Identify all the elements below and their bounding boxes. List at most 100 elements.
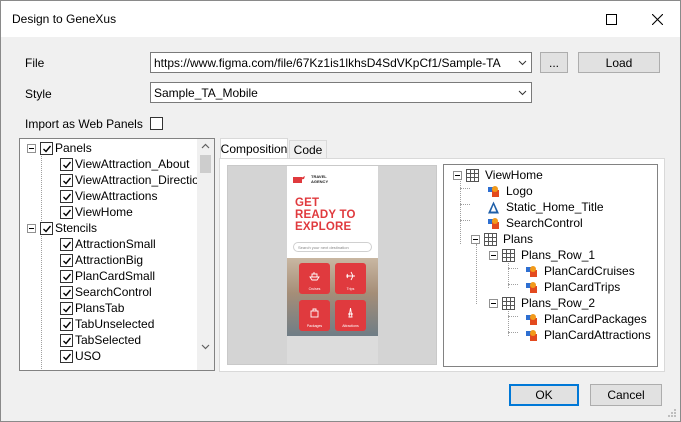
stencil-icon [487,185,500,198]
checked-icon[interactable] [60,301,73,315]
collapse-icon[interactable] [471,234,480,244]
tree-item[interactable]: ViewAttractions [60,188,157,204]
style-label: Style [25,87,52,101]
tree-item[interactable]: ViewAttraction_Directions [60,172,212,188]
tree-connector [508,332,518,333]
tree-connector [476,244,477,304]
tree-item[interactable]: PlanCardSmall [60,268,155,284]
brand-text: TRAVEL AGENCY [311,174,329,184]
checked-icon[interactable] [60,333,73,347]
preview-footer [287,336,378,364]
scroll-down-icon[interactable] [201,344,210,350]
tree-node-root[interactable]: ViewHome [453,167,543,183]
cancel-button[interactable]: Cancel [590,384,662,406]
tree-item[interactable]: ViewHome [60,204,133,220]
load-button[interactable]: Load [578,52,660,73]
checked-icon[interactable] [60,173,73,187]
headline-line: READY TO [295,209,356,221]
tree-connector [41,153,42,221]
checked-icon[interactable] [40,221,53,235]
checked-icon[interactable] [60,349,73,363]
tree-item-label: ViewHome [75,205,133,219]
tile-trips: Trips [335,263,366,294]
checked-icon[interactable] [60,189,73,203]
tree-item[interactable]: SearchControl [60,284,152,300]
file-url-combobox[interactable]: https://www.figma.com/file/67Kz1is1lkhsD… [150,52,532,73]
collapse-icon[interactable] [489,250,498,260]
tree-node-label: PlanCardAttractions [544,328,651,342]
tree-node-label: SearchControl [506,216,583,230]
tree-node[interactable]: PlanCardCruises [525,263,635,279]
tree-item-label: ViewAttraction_About [75,157,190,171]
tree-node[interactable]: PlanCardTrips [525,279,620,295]
tree-node[interactable]: PlanCardPackages [525,311,647,327]
scroll-up-icon[interactable] [201,143,210,149]
tree-group-stencils[interactable]: Stencils [27,220,97,236]
checked-icon[interactable] [60,285,73,299]
tree-node-label: Plans [503,232,534,246]
stencil-icon [525,281,538,294]
collapse-icon[interactable] [27,223,36,233]
tree-item-label: SearchControl [75,285,152,299]
tree-node[interactable]: PlanCardAttractions [525,327,651,343]
tree-node[interactable]: Static_Home_Title [487,199,604,215]
checked-icon[interactable] [60,253,73,267]
checked-icon[interactable] [60,269,73,283]
tree-item-label: TabSelected [75,333,142,347]
collapse-icon[interactable] [453,170,462,180]
collapse-icon[interactable] [27,143,36,153]
tile-caption: Trips [346,287,355,291]
tree-node[interactable]: Plans_Row_2 [489,295,595,311]
checked-icon[interactable] [60,237,73,251]
tree-item[interactable]: PlansTab [60,300,124,316]
tree-node[interactable]: Plans [471,231,533,247]
objects-tree[interactable]: Panels ViewAttraction_About ViewAttracti… [19,138,215,371]
tree-item-label: AttractionBig [75,253,144,267]
close-icon [651,13,663,25]
landmark-icon [348,308,353,318]
tree-item-label: AttractionSmall [75,237,156,251]
checked-icon[interactable] [40,141,53,155]
tree-scrollbar[interactable] [197,139,214,370]
headline-line: EXPLORE [295,221,352,233]
close-button[interactable] [634,1,680,37]
stencil-icon [487,217,500,230]
tree-connector [460,188,470,189]
ok-button[interactable]: OK [509,384,579,406]
maximize-button[interactable] [588,1,634,37]
checked-icon[interactable] [60,205,73,219]
title-bar: Design to GeneXus [1,1,680,37]
tree-group-label: Stencils [55,221,98,235]
tree-item[interactable]: TabUnselected [60,316,154,332]
tree-item[interactable]: TabSelected [60,332,141,348]
maximize-icon [605,13,617,25]
tree-item-label: USO [75,349,102,363]
tree-item-label: PlansTab [75,301,125,315]
tree-item[interactable]: USO [60,348,101,364]
tree-item[interactable]: AttractionSmall [60,236,156,252]
tree-node[interactable]: Plans_Row_1 [489,247,595,263]
tree-node[interactable]: SearchControl [487,215,583,231]
search-bar: Search your next destination [293,242,372,252]
checked-icon[interactable] [60,317,73,331]
tree-connector [508,316,518,317]
tree-item[interactable]: AttractionBig [60,252,143,268]
stencil-icon [525,329,538,342]
browse-button[interactable]: ... [540,52,568,73]
style-value: Sample_TA_Mobile [154,86,258,100]
tree-node-label: Plans_Row_2 [521,296,596,310]
stencil-icon [525,265,538,278]
tab-composition[interactable]: Composition [220,138,288,158]
tree-item[interactable]: ViewAttraction_About [60,156,190,172]
resize-grip-icon[interactable] [667,408,677,418]
tree-connector [460,220,470,221]
tree-group-panels[interactable]: Panels [27,140,92,156]
composition-tree[interactable]: ViewHome Logo Static_Home_Title SearchCo… [443,164,658,367]
tab-code[interactable]: Code [289,140,327,158]
collapse-icon[interactable] [489,298,498,308]
checked-icon[interactable] [60,157,73,171]
tree-node[interactable]: Logo [487,183,533,199]
style-combobox[interactable]: Sample_TA_Mobile [150,82,532,103]
scroll-thumb[interactable] [200,155,211,173]
import-web-panels-checkbox[interactable] [150,117,163,130]
